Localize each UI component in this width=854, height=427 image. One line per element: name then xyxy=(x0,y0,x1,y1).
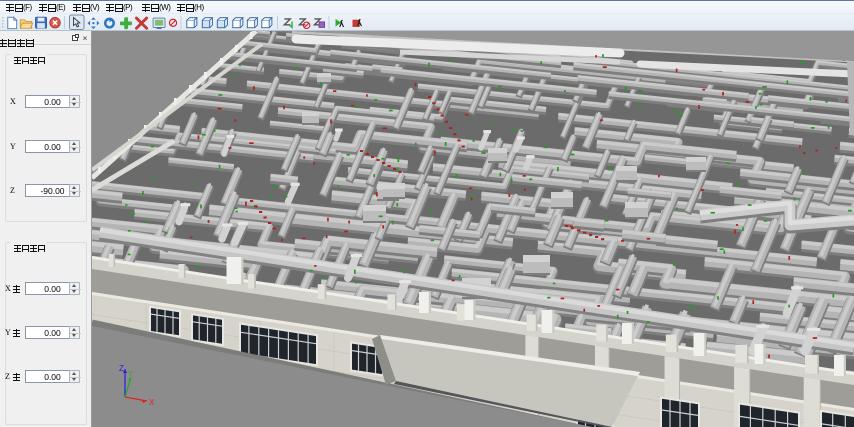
svg-text:X: X xyxy=(149,398,155,407)
svg-text:Z: Z xyxy=(119,364,124,373)
svg-text:Y: Y xyxy=(128,371,133,378)
